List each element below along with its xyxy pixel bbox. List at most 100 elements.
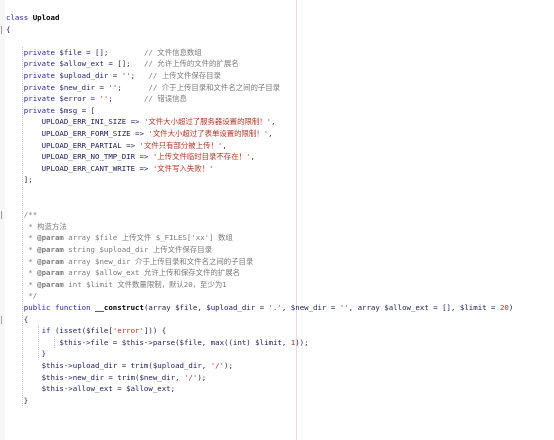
code-token: // 允许上传的文件的扩展名: [143, 59, 239, 69]
code-token: 20: [499, 303, 509, 312]
code-token: '上传文件临时目录不存在！': [152, 152, 251, 162]
code-line[interactable]: * @param array $allow_ext 允许上传和保存文件的扩展名: [6, 267, 240, 278]
code-line[interactable]: UPLOAD_ERR_PARTIAL => '文件只有部分被上传！',: [6, 140, 227, 151]
code-token: ,: [268, 129, 273, 138]
code-token: UPLOAD_ERR_FORM_SIZE =>: [6, 129, 149, 138]
code-token: UPLOAD_ERR_NO_TMP_DIR =>: [6, 152, 153, 162]
code-token: $msg: [59, 105, 78, 115]
code-token: ;: [130, 71, 149, 80]
code-token: 'error': [112, 326, 144, 336]
code-line[interactable]: * @param string $upload_dir 上传文件保存目录: [6, 244, 212, 255]
code-token: array $allow_ext 允许上传和保存文件的扩展名: [63, 268, 241, 278]
code-token: '文件写入失败！': [152, 163, 214, 173]
code-token: // 上传文件保存目录: [148, 71, 221, 80]
code-line[interactable]: private $upload_dir = ''; // 上传文件保存目录: [6, 70, 221, 81]
code-token: private: [6, 71, 60, 80]
code-token: '文件大小超过了表单设置的限制！': [148, 129, 269, 138]
code-token: UPLOAD_ERR_INI_SIZE =>: [6, 117, 144, 127]
code-token: class: [6, 13, 33, 22]
indent-guide: [38, 325, 39, 360]
code-token: UPLOAD_ERR_CANT_WRITE =>: [6, 163, 153, 173]
code-token: private: [6, 47, 60, 57]
code-token: $new_dir: [59, 82, 96, 92]
fold-marker-icon[interactable]: [1, 315, 2, 324]
code-token: (array $file, $upload_dir =: [143, 303, 269, 312]
code-line[interactable]: {: [6, 314, 28, 325]
code-token: , $new_dir =: [281, 303, 340, 312]
code-line[interactable]: * 构造方法: [6, 221, 67, 232]
code-token: ])) {: [143, 326, 167, 336]
code-token: Upload: [32, 13, 60, 22]
code-line[interactable]: $this->file = $this->parse($file, max((i…: [6, 337, 308, 348]
code-token: if: [6, 326, 55, 336]
code-token: $this->allow_ext = $allow_ext;: [6, 384, 176, 394]
code-token: @param: [37, 256, 64, 266]
code-token: '/': [210, 361, 225, 370]
code-token: UPLOAD_ERR_PARTIAL =>: [6, 140, 140, 150]
code-token: $this->file = $this->parse($file, max((i…: [6, 337, 291, 347]
code-line[interactable]: * @param int $limit 文件数量限制，默认20，至少为1: [6, 279, 226, 290]
code-token: );: [197, 372, 207, 382]
code-token: (isset($file[: [54, 326, 113, 336]
code-token: $this->upload_dir = trim($upload_dir,: [6, 361, 211, 370]
code-token: '文件大小超过了服务器设置的限制！': [143, 117, 272, 127]
code-token: = [];: [103, 59, 144, 69]
code-line[interactable]: * @param array $file 上传文件 $_FILES['xx'] …: [6, 232, 233, 243]
code-line[interactable]: UPLOAD_ERR_FORM_SIZE => '文件大小超过了表单设置的限制！…: [6, 128, 273, 139]
code-token: ,: [222, 140, 227, 150]
code-token: private: [6, 105, 60, 115]
code-token: public function: [6, 303, 95, 312]
code-line[interactable]: }: [6, 348, 46, 359]
indent-guide: [22, 46, 23, 407]
code-token: =: [86, 94, 100, 104]
code-token: ,: [250, 152, 255, 162]
code-token: @param: [37, 233, 64, 243]
code-line[interactable]: ];: [6, 174, 33, 185]
code-token: '.': [268, 303, 282, 312]
code-token: );: [224, 361, 233, 370]
code-line[interactable]: $this->allow_ext = $allow_ext;: [6, 383, 176, 394]
code-line[interactable]: private $error = ''; // 错误信息: [6, 93, 187, 104]
fold-marker-icon[interactable]: [1, 211, 2, 220]
code-token: private: [6, 94, 60, 104]
code-token: ;: [108, 94, 144, 104]
code-token: {: [6, 314, 29, 324]
code-token: array $new_dir 介于上传目录和文件名之间的子目录: [63, 256, 254, 266]
code-token: // 介于上传目录和文件名之间的子目录: [148, 82, 281, 92]
code-editor[interactable]: class Upload{ private $file = []; // 文件信…: [0, 0, 554, 440]
code-token: ];: [6, 175, 33, 185]
code-token: '': [121, 71, 131, 80]
code-token: '/': [183, 372, 198, 382]
code-line[interactable]: }: [6, 395, 28, 406]
code-token: string $upload_dir 上传文件保存目录: [63, 245, 212, 254]
code-line[interactable]: UPLOAD_ERR_CANT_WRITE => '文件写入失败！': [6, 163, 214, 174]
code-line[interactable]: private $file = []; // 文件信息数组: [6, 47, 202, 58]
code-line[interactable]: if (isset($file['error'])) {: [6, 325, 167, 336]
code-line[interactable]: * @param array $new_dir 介于上传目录和文件名之间的子目录: [6, 256, 253, 267]
code-token: * 构造方法: [6, 221, 67, 231]
code-line[interactable]: private $allow_ext = []; // 允许上传的文件的扩展名: [6, 58, 239, 69]
code-token: =: [95, 82, 109, 92]
code-token: = [];: [81, 47, 144, 57]
code-token: $file: [59, 47, 82, 57]
code-line[interactable]: UPLOAD_ERR_NO_TMP_DIR => '上传文件临时目录不存在！',: [6, 151, 255, 162]
code-line[interactable]: $this->upload_dir = trim($upload_dir, '/…: [6, 360, 233, 371]
code-token: '': [108, 82, 118, 92]
code-token: }: [6, 349, 47, 359]
code-token: =: [108, 71, 122, 80]
code-line[interactable]: $this->new_dir = trim($new_dir, '/');: [6, 372, 207, 383]
code-line[interactable]: UPLOAD_ERR_INI_SIZE => '文件大小超过了服务器设置的限制！…: [6, 116, 276, 127]
code-token: ,: [271, 117, 276, 127]
code-token: ): [508, 303, 514, 312]
code-token: @param: [37, 268, 64, 278]
code-token: '文件只有部分被上传！': [139, 140, 223, 150]
code-line[interactable]: private $new_dir = ''; // 介于上传目录和文件名之间的子…: [6, 82, 280, 93]
code-token: array $file 上传文件 $_FILES['xx'] 数组: [63, 233, 233, 243]
code-line[interactable]: private $msg = [: [6, 105, 95, 116]
code-line[interactable]: public function __construct(array $file,…: [6, 302, 514, 313]
code-line[interactable]: {: [6, 24, 10, 35]
fold-marker-icon[interactable]: [1, 25, 2, 34]
code-token: $allow_ext: [59, 59, 104, 69]
code-line[interactable]: class Upload: [6, 12, 59, 23]
code-token: ;: [117, 82, 149, 92]
